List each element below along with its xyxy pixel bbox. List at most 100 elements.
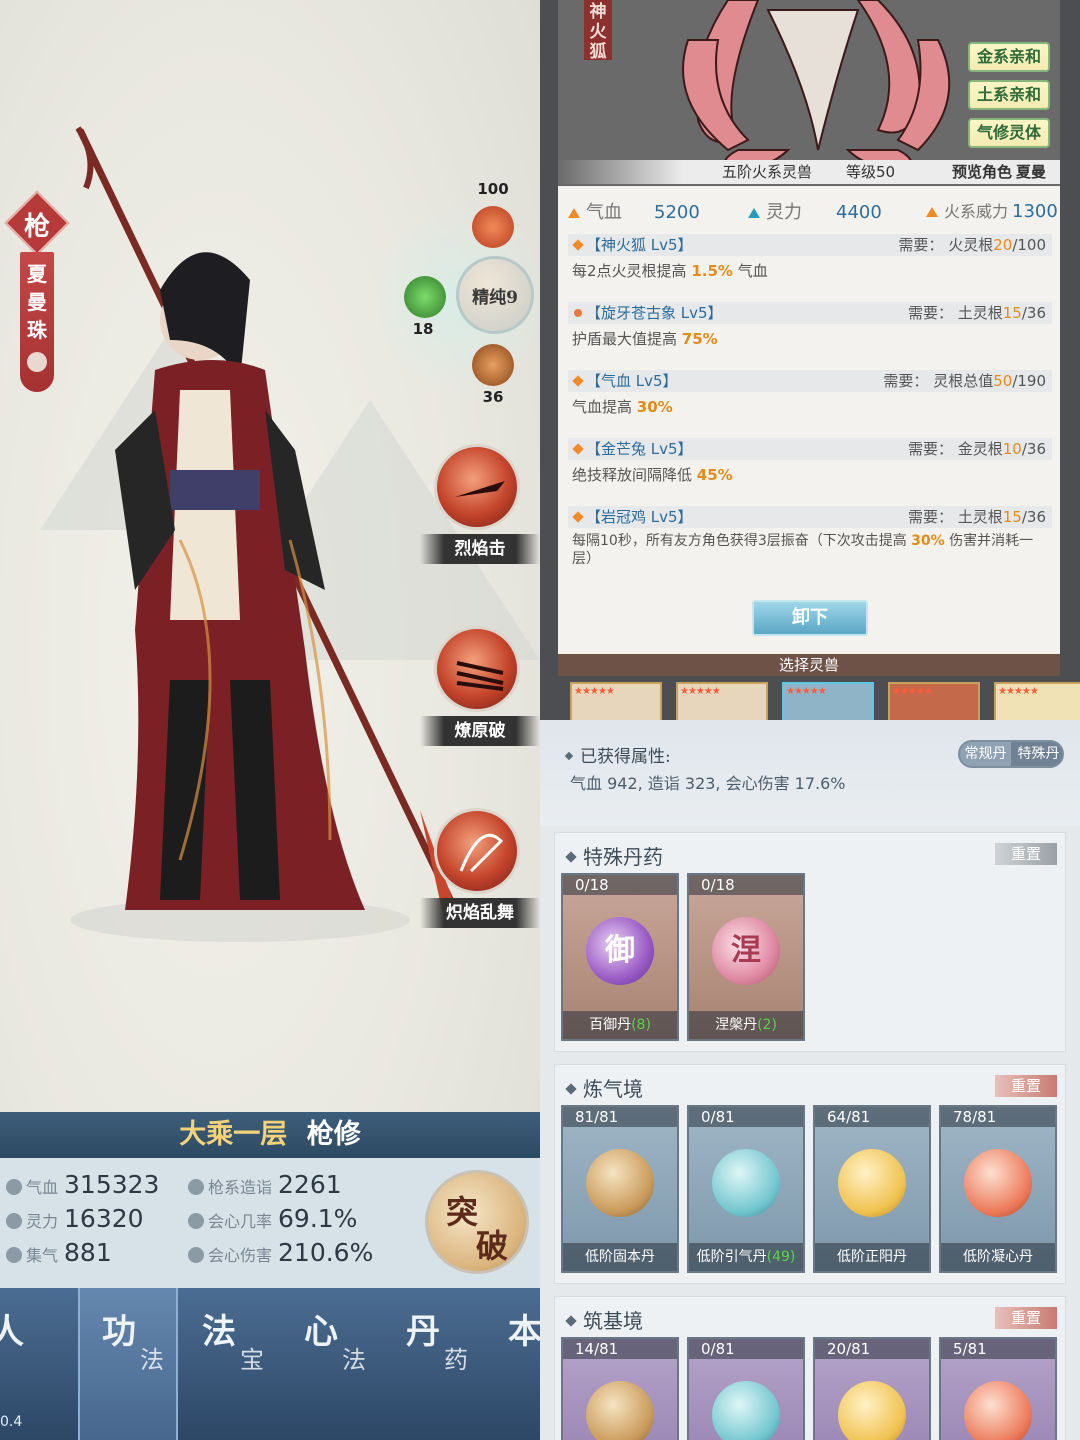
stat-row-charge: 集气 881 bbox=[6, 1236, 186, 1270]
pill-name: 涅槃丹(2) bbox=[689, 1011, 803, 1039]
pill-orb-icon bbox=[586, 1149, 654, 1217]
reset-button[interactable]: 重置 bbox=[995, 1307, 1057, 1329]
stats-column-right: 枪系造诣 2261 会心几率 69.1% 会心伤害 210.6% bbox=[188, 1168, 428, 1270]
pill-count: 64/81 bbox=[815, 1107, 929, 1127]
beast-skill-name: 【神火狐 Lv5】 bbox=[586, 236, 693, 254]
stats-column-left: 气血 315323 灵力 16320 集气 881 bbox=[6, 1168, 186, 1270]
diamond-icon bbox=[572, 375, 584, 387]
nav-tab-pills[interactable]: 丹药 bbox=[384, 1288, 484, 1440]
breakthrough-button[interactable]: 突 破 bbox=[425, 1170, 529, 1274]
pill-orb-icon bbox=[838, 1149, 906, 1217]
pill-card[interactable]: 81/81 低阶固本丹 bbox=[561, 1105, 679, 1273]
reset-button[interactable]: 重置 bbox=[995, 843, 1057, 865]
stat-label: 灵力 bbox=[26, 1212, 59, 1231]
skill-label: 烈焰击 bbox=[420, 534, 540, 564]
acquired-title: 已获得属性: bbox=[562, 742, 671, 767]
pill-count: 78/81 bbox=[941, 1107, 1055, 1127]
pill-card[interactable]: 5/81 bbox=[939, 1337, 1057, 1440]
attr-label: 气血 bbox=[586, 202, 622, 223]
beast-card[interactable]: ★★★★★ bbox=[570, 682, 662, 720]
nav-tab-mind[interactable]: 心法 bbox=[282, 1288, 382, 1440]
select-beast-bar: 选择灵兽 bbox=[558, 654, 1060, 676]
beast-skill-name: 【金芒兔 Lv5】 bbox=[586, 440, 693, 458]
fire-root-value: 100 bbox=[477, 180, 509, 198]
stat-row-crit-rate: 会心几率 69.1% bbox=[188, 1202, 428, 1236]
pill-card[interactable]: 0/18 涅 涅槃丹(2) bbox=[687, 873, 805, 1041]
pill-card[interactable]: 0/81 低阶引气丹(49) bbox=[687, 1105, 805, 1273]
beast-attr-hp: 气血 5200 bbox=[568, 198, 700, 224]
beast-grade: 五阶火系灵兽 bbox=[722, 163, 813, 181]
pill-name: 低阶凝心丹 bbox=[941, 1243, 1055, 1271]
beast-card[interactable]: ★★★★★ bbox=[994, 682, 1080, 720]
stat-row-crit-damage: 会心伤害 210.6% bbox=[188, 1236, 428, 1270]
skill-icon-flame-dance[interactable] bbox=[434, 808, 520, 894]
section-title: 炼气境 bbox=[563, 1073, 643, 1102]
diamond-icon bbox=[565, 1315, 577, 1327]
unload-button[interactable]: 卸下 bbox=[752, 600, 868, 636]
character-name-char: 珠 bbox=[27, 318, 47, 342]
character-name-ribbon: 夏 曼 珠 bbox=[20, 252, 54, 392]
pill-card[interactable]: 64/81 低阶正阳丹 bbox=[813, 1105, 931, 1273]
toggle-special[interactable]: 特殊丹 bbox=[1013, 742, 1062, 766]
bottom-nav: 人 功法 法宝 心法 丹药 本 bbox=[0, 1288, 540, 1440]
diamond-icon bbox=[572, 239, 584, 251]
skill-icon-prairie-fire[interactable] bbox=[434, 626, 520, 712]
beast-skill-header: 【气血 Lv5】 需要： 灵根总值50/190 bbox=[568, 370, 1052, 392]
pill-count: 81/81 bbox=[563, 1107, 677, 1127]
pill-name: 低阶固本丹 bbox=[563, 1243, 677, 1271]
reset-button[interactable]: 重置 bbox=[995, 1075, 1057, 1097]
swirl-icon bbox=[6, 1247, 22, 1263]
stat-value: 69.1% bbox=[278, 1204, 358, 1233]
beast-skill-requirement: 需要： 火灵根20/100 bbox=[898, 236, 1046, 254]
beast-card[interactable]: ★★★★★ bbox=[676, 682, 768, 720]
beast-info-strip: 五阶火系灵兽 等级50 预览角色 夏曼珠 bbox=[558, 160, 1060, 205]
wood-element-icon[interactable] bbox=[404, 276, 446, 318]
skill-label: 炽焰乱舞 bbox=[420, 898, 540, 928]
beast-attr-mp: 灵力 4400 bbox=[748, 198, 882, 224]
nav-tab-label: 人 bbox=[0, 1312, 24, 1352]
skill-icon-blazing-strike[interactable] bbox=[434, 444, 520, 530]
pill-type-toggle[interactable]: 常规丹 特殊丹 bbox=[958, 740, 1064, 768]
toggle-regular[interactable]: 常规丹 bbox=[960, 742, 1011, 766]
nav-tab-sublabel: 药 bbox=[444, 1346, 468, 1374]
version-label: 0.4 bbox=[0, 1414, 23, 1430]
diamond-icon bbox=[572, 511, 584, 523]
pill-count: 5/81 bbox=[941, 1339, 1055, 1359]
pill-card[interactable]: 0/81 bbox=[687, 1337, 805, 1440]
pill-count: 20/81 bbox=[815, 1339, 929, 1359]
beast-card-selected[interactable]: ★★★★★ bbox=[782, 682, 874, 720]
stat-row-hp: 气血 315323 bbox=[6, 1168, 186, 1202]
beast-skill-requirement: 需要： 金灵根10/36 bbox=[907, 440, 1046, 458]
beast-skill-header: 【旋牙苍古象 Lv5】 需要： 土灵根15/36 bbox=[568, 302, 1052, 324]
pill-panel: 已获得属性: 气血 942, 造诣 323, 会心伤害 17.6% 常规丹 特殊… bbox=[540, 720, 1080, 1440]
beast-card[interactable]: ★★★★★ bbox=[888, 682, 980, 720]
earth-element-icon[interactable] bbox=[472, 344, 514, 386]
star-rating: ★★★★★ bbox=[680, 686, 721, 697]
attr-value: 5200 bbox=[654, 202, 700, 223]
beast-skill-desc: 气血提高 30% bbox=[572, 398, 673, 416]
pill-orb-icon: 御 bbox=[586, 917, 654, 985]
pill-card[interactable]: 14/81 bbox=[561, 1337, 679, 1440]
diamond-icon bbox=[565, 851, 577, 863]
star-rating: ★★★★★ bbox=[574, 686, 615, 697]
beast-skill-requirement: 需要： 土灵根15/36 bbox=[907, 304, 1046, 322]
fire-element-icon[interactable] bbox=[472, 206, 514, 248]
nav-tab-label: 功 bbox=[102, 1312, 136, 1352]
purity-indicator[interactable]: 精纯9 bbox=[456, 256, 534, 334]
pill-name: 低阶正阳丹 bbox=[815, 1243, 929, 1271]
star-rating: ★★★★★ bbox=[998, 686, 1039, 697]
diamond-icon bbox=[572, 443, 584, 455]
attr-value: 1300 bbox=[1012, 201, 1058, 222]
pill-card[interactable]: 78/81 低阶凝心丹 bbox=[939, 1105, 1057, 1273]
nav-tab-origin[interactable]: 本 bbox=[486, 1288, 540, 1440]
pill-card[interactable]: 0/18 御 百御丹(8) bbox=[561, 873, 679, 1041]
beast-skill-requirement: 需要： 灵根总值50/190 bbox=[883, 372, 1046, 390]
acquired-text: 气血 942, 造诣 323, 会心伤害 17.6% bbox=[570, 774, 846, 793]
attr-label: 灵力 bbox=[766, 202, 802, 223]
beast-name-vertical: 神火狐 bbox=[584, 0, 612, 62]
nav-tab-treasures[interactable]: 法宝 bbox=[180, 1288, 280, 1440]
nav-tab-techniques[interactable]: 功法 bbox=[78, 1288, 178, 1440]
section-special-pills: 特殊丹药 重置 0/18 御 百御丹(8) 0/18 涅 涅槃丹(2) bbox=[554, 832, 1066, 1052]
pill-card[interactable]: 20/81 bbox=[813, 1337, 931, 1440]
stat-row-spear-mastery: 枪系造诣 2261 bbox=[188, 1168, 428, 1202]
